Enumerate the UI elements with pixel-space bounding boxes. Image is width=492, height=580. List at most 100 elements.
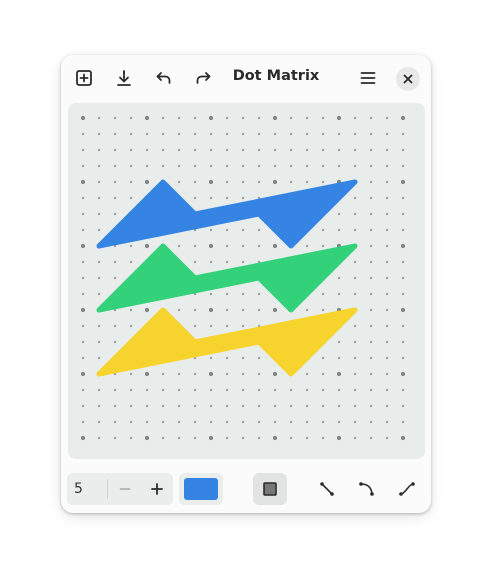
grid-dot [321,292,325,296]
dot-grid[interactable] [68,103,425,459]
grid-dot [161,420,165,424]
decrease-width-button[interactable] [109,473,141,505]
grid-dot [369,436,373,440]
grid-dot-major [336,435,342,441]
curve-tool-button[interactable] [351,473,383,505]
grid-dot-major [208,307,214,313]
grid-dot [257,180,261,184]
grid-dot [209,356,213,360]
grid-dot [305,308,309,312]
grid-dot [369,276,373,280]
grid-dot [225,180,229,184]
grid-dot [385,404,389,408]
grid-dot [337,228,341,232]
grid-dot [81,196,85,200]
grid-dot [81,164,85,168]
grid-dot [193,420,197,424]
grid-dot [129,164,133,168]
s-curve-tool-button[interactable] [391,473,423,505]
grid-dot [193,116,197,120]
fill-toggle-button[interactable] [253,473,287,505]
grid-dot-major [80,371,86,377]
blue-zigzag-shape[interactable] [96,179,358,249]
grid-dot [97,212,101,216]
grid-dot-major [336,371,342,377]
grid-dot [97,132,101,136]
grid-dot [257,228,261,232]
grid-dot [369,388,373,392]
grid-dot [273,164,277,168]
grid-dot [289,420,293,424]
grid-dot [289,132,293,136]
grid-dot [241,148,245,152]
grid-dot [209,196,213,200]
increase-width-button[interactable] [141,473,173,505]
grid-dot [257,372,261,376]
selected-color-swatch [184,478,218,500]
grid-dot [225,164,229,168]
grid-dot [113,132,117,136]
grid-dot [369,116,373,120]
grid-dot [337,276,341,280]
grid-dot [321,116,325,120]
grid-dot [209,260,213,264]
grid-dot [161,372,165,376]
green-zigzag-shape[interactable] [96,243,358,313]
stroke-width-value[interactable]: 5 [74,481,83,497]
grid-dot [209,228,213,232]
drawing-canvas[interactable] [68,103,425,459]
filled-square-icon [263,482,277,496]
grid-dot-major [336,115,342,121]
grid-dot [97,324,101,328]
grid-dot [353,292,357,296]
undo-icon [156,72,171,84]
grid-dot [145,420,149,424]
grid-dot [289,148,293,152]
main-menu-button[interactable] [353,63,383,93]
bottom-toolbar: 5 [61,465,431,513]
save-button[interactable] [109,63,139,93]
grid-dot [305,116,309,120]
grid-dot [193,372,197,376]
grid-dot [177,436,181,440]
grid-dot [385,324,389,328]
grid-dot [385,164,389,168]
grid-dot-major [144,371,150,377]
close-button[interactable] [396,67,420,91]
new-button[interactable] [69,63,99,93]
grid-dot [81,228,85,232]
grid-dot [273,132,277,136]
download-icon [117,70,131,86]
grid-dot [113,116,117,120]
grid-dot [321,420,325,424]
close-icon [403,74,413,84]
grid-dot-major [144,435,150,441]
grid-dot [97,180,101,184]
undo-button[interactable] [149,63,179,93]
grid-dot [385,292,389,296]
grid-dot [337,212,341,216]
plus-icon [151,483,163,495]
grid-dot [369,132,373,136]
yellow-zigzag-shape[interactable] [96,307,358,377]
grid-dot [321,132,325,136]
grid-dot [385,212,389,216]
stroke-width-spinbutton[interactable]: 5 [67,473,173,505]
line-tool-icon [320,482,334,496]
grid-dot [257,148,261,152]
grid-dot [177,388,181,392]
grid-dot [321,308,325,312]
spin-divider [107,479,108,499]
grid-dot [129,196,133,200]
grid-dot [257,356,261,360]
grid-dot [225,324,229,328]
grid-dot [225,436,229,440]
headerbar: Dot Matrix [61,55,431,101]
grid-dot [321,372,325,376]
line-tool-button[interactable] [311,473,343,505]
grid-dot-major [208,371,214,377]
grid-dot [209,388,213,392]
grid-dot [113,212,117,216]
minus-icon [119,488,131,490]
color-picker-button[interactable] [179,473,223,505]
